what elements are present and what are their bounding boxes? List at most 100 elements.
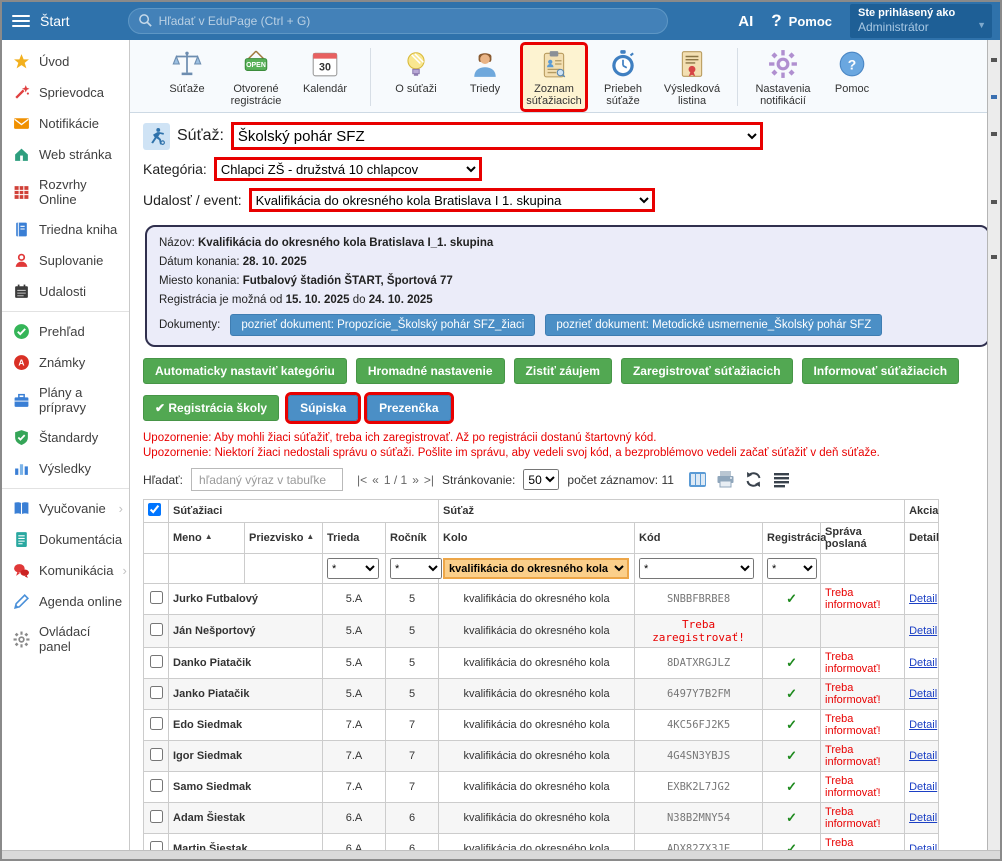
toolbar-item-sutaze[interactable]: Súťaže <box>156 45 218 97</box>
table-search-input[interactable] <box>191 468 343 491</box>
sidebar-item-web-stranka[interactable]: Web stránka <box>2 139 129 170</box>
detail-link[interactable]: Detail <box>909 781 937 793</box>
toolbar-item-o-sutazi[interactable]: O súťaži <box>385 45 447 97</box>
sidebar-item-komunikacia[interactable]: Komunikácia› <box>2 555 129 586</box>
sidebar-item-sprievodca[interactable]: Sprievodca <box>2 77 129 108</box>
row-checkbox[interactable] <box>150 779 163 792</box>
column-header-1[interactable]: Priezvisko▲ <box>245 523 323 554</box>
pager-control[interactable]: » <box>412 473 419 487</box>
column-header-7[interactable]: Správa poslaná <box>821 523 905 554</box>
udalost-select[interactable]: Kvalifikácia do okresného kola Bratislav… <box>249 188 655 212</box>
table-row: Janko Piatačik5.A5kvalifikácia do okresn… <box>144 679 939 710</box>
registracia-filter-select[interactable]: * <box>767 558 817 579</box>
detail-link[interactable]: Detail <box>909 625 937 637</box>
toolbar-item-kalendar[interactable]: 30Kalendár <box>294 45 356 97</box>
detail-link[interactable]: Detail <box>909 688 937 700</box>
table-filter-row: **kvalifikácia do okresného kola (11)** <box>144 554 939 584</box>
pager-control[interactable]: « <box>372 473 379 487</box>
zaregistrovat-sutaziacich-button[interactable]: Zaregistrovať súťažiacich <box>621 358 793 384</box>
toolbar-item-otvorene-registracie[interactable]: OPENOtvorené registrácie <box>225 45 287 109</box>
pager-control[interactable]: >| <box>424 473 434 487</box>
row-checkbox[interactable] <box>150 810 163 823</box>
print-icon[interactable] <box>716 470 735 489</box>
row-checkbox[interactable] <box>150 841 163 850</box>
zistit-zaujem-button[interactable]: Zistiť záujem <box>514 358 612 384</box>
scrollbar[interactable] <box>987 40 1000 850</box>
row-checkbox[interactable] <box>150 748 163 761</box>
column-header-0[interactable]: Meno▲ <box>169 523 245 554</box>
page-size-select[interactable]: 50 <box>523 469 559 490</box>
start-code: 8DATXRGJLZ <box>667 657 730 669</box>
kategoria-select[interactable]: Chlapci ZŠ - družstvá 10 chlapcov <box>214 157 482 181</box>
columns-icon[interactable] <box>688 470 707 489</box>
detail-link[interactable]: Detail <box>909 843 937 850</box>
sidebar-item-plany-a-pripravy[interactable]: Plány a prípravy <box>2 378 129 422</box>
row-checkbox[interactable] <box>150 623 163 636</box>
toolbar-item-vysledkova-listina[interactable]: Výsledková listina <box>661 45 723 109</box>
toolbar-item-zoznam-sutaziacich[interactable]: Zoznam súťažiacich <box>523 45 585 109</box>
search-input[interactable] <box>128 8 668 34</box>
toolbar-item-priebeh-sutaze[interactable]: Priebeh súťaže <box>592 45 654 109</box>
sidebar-item-dokumentacia[interactable]: Dokumentácia› <box>2 524 129 555</box>
registracia-skoly-button[interactable]: ✔ Registrácia školy <box>143 395 279 421</box>
refresh-icon[interactable] <box>744 470 763 489</box>
row-checkbox[interactable] <box>150 686 163 699</box>
column-header-5[interactable]: Kód <box>635 523 763 554</box>
sutaz-select[interactable]: Školský pohár SFZ <box>231 122 763 150</box>
book-icon <box>13 221 30 238</box>
detail-cell: Detail <box>905 648 939 679</box>
column-header-3[interactable]: Ročník <box>386 523 439 554</box>
sort-asc-icon[interactable]: ▲ <box>306 532 314 541</box>
pager-control[interactable]: |< <box>357 473 367 487</box>
row-checkbox[interactable] <box>150 717 163 730</box>
row-checkbox[interactable] <box>150 591 163 604</box>
help-button[interactable]: ? Pomoc <box>771 11 832 31</box>
column-header-8[interactable]: Detail <box>905 523 939 554</box>
hamburger-menu-icon[interactable] <box>12 15 30 27</box>
column-header-6[interactable]: Registrácia <box>763 523 821 554</box>
hromadne-nastavenie-button[interactable]: Hromadné nastavenie <box>356 358 505 384</box>
sidebar-item-vyucovanie[interactable]: Vyučovanie› <box>2 493 129 524</box>
kod-filter-select[interactable]: * <box>639 558 754 579</box>
prezencka-button[interactable]: Prezenčka <box>367 395 450 421</box>
select-all-checkbox[interactable] <box>148 503 161 516</box>
supiska-button[interactable]: Súpiska <box>288 395 358 421</box>
scales-icon <box>172 49 202 82</box>
column-header-4[interactable]: Kolo <box>439 523 635 554</box>
sidebar-item-agenda-online[interactable]: Agenda online <box>2 586 129 617</box>
sidebar-item-uvod[interactable]: Úvod <box>2 46 129 77</box>
kolo-filter-select[interactable]: kvalifikácia do okresného kola (11) <box>443 558 629 579</box>
toolbar-item-nastavenia-notifikacii[interactable]: Nastavenia notifikácií <box>752 45 814 109</box>
rocnik-filter-select[interactable]: * <box>390 558 442 579</box>
row-checkbox[interactable] <box>150 655 163 668</box>
list-icon[interactable] <box>772 470 791 489</box>
sidebar-item-vysledky[interactable]: Výsledky <box>2 453 129 484</box>
sidebar-item-notifikacie[interactable]: Notifikácie <box>2 108 129 139</box>
detail-link[interactable]: Detail <box>909 719 937 731</box>
column-header-2[interactable]: Trieda <box>323 523 386 554</box>
sidebar-item-udalosti[interactable]: Udalosti <box>2 276 129 307</box>
detail-link[interactable]: Detail <box>909 812 937 824</box>
logged-in-user-menu[interactable]: Ste prihlásený ako Administrátor ▼ <box>850 4 992 38</box>
toolbar-item-pomoc[interactable]: ?Pomoc <box>821 45 883 97</box>
sidebar-item-prehlad[interactable]: Prehľad <box>2 316 129 347</box>
document-button-propozicie[interactable]: pozrieť dokument: Propozície_Školský poh… <box>230 314 535 336</box>
detail-link[interactable]: Detail <box>909 750 937 762</box>
document-button-metodicke[interactable]: pozrieť dokument: Metodické usmernenie_Š… <box>545 314 882 336</box>
table-row: Edo Siedmak7.A7kvalifikácia do okresného… <box>144 710 939 741</box>
start-menu-label[interactable]: Štart <box>40 13 70 29</box>
sidebar-item-triedna-kniha[interactable]: Triedna kniha <box>2 214 129 245</box>
trieda-filter-select[interactable]: * <box>327 558 379 579</box>
sidebar-item-standardy[interactable]: Štandardy <box>2 422 129 453</box>
auto-kategoria-button[interactable]: Automaticky nastaviť kategóriu <box>143 358 347 384</box>
detail-link[interactable]: Detail <box>909 593 937 605</box>
detail-link[interactable]: Detail <box>909 657 937 669</box>
informovat-sutaziacich-button[interactable]: Informovať súťažiacich <box>802 358 960 384</box>
sidebar-item-suplovanie[interactable]: Suplovanie <box>2 245 129 276</box>
toolbar-item-triedy[interactable]: Triedy <box>454 45 516 97</box>
sidebar-item-znamky[interactable]: AZnámky <box>2 347 129 378</box>
sidebar-item-rozvrhy-online[interactable]: Rozvrhy Online <box>2 170 129 214</box>
sort-asc-icon[interactable]: ▲ <box>205 532 213 541</box>
sidebar-item-ovladaci-panel[interactable]: Ovládací panel <box>2 617 129 661</box>
ai-button[interactable]: AI <box>738 13 753 30</box>
